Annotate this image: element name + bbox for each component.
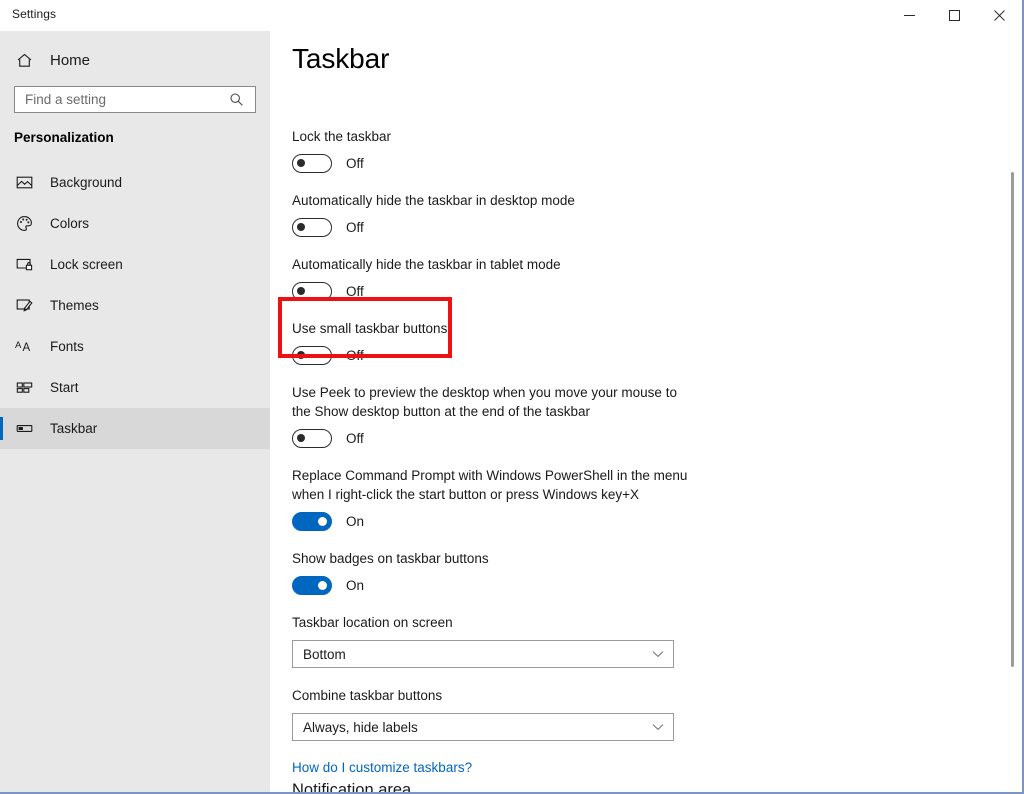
toggle-auto-hide-desktop[interactable] [292, 218, 332, 237]
palette-icon [14, 215, 34, 232]
toggle-row: Off [292, 429, 692, 448]
toggle-state-label: On [346, 514, 365, 529]
svg-text:A: A [15, 340, 22, 351]
toggle-show-badges[interactable] [292, 576, 332, 595]
setting-use-small-taskbar-buttons: Use small taskbar buttons Off [292, 319, 692, 365]
toggle-row: Off [292, 282, 692, 301]
setting-label: Show badges on taskbar buttons [292, 551, 489, 566]
setting-use-peek: Use Peek to preview the desktop when you… [292, 383, 692, 448]
toggle-use-small-taskbar-buttons[interactable] [292, 346, 332, 365]
search-icon [223, 92, 249, 107]
toggle-replace-command-prompt[interactable] [292, 512, 332, 531]
toggle-row: Off [292, 154, 692, 173]
toggle-state-label: Off [346, 431, 364, 446]
setting-auto-hide-desktop: Automatically hide the taskbar in deskto… [292, 191, 692, 237]
settings-list: Lock the taskbar Off Automatically hide … [292, 127, 692, 792]
how-do-i-customize-taskbars-link[interactable]: How do I customize taskbars? [292, 760, 472, 775]
setting-label: Use small taskbar buttons [292, 321, 448, 336]
setting-label: Automatically hide the taskbar in tablet… [292, 257, 561, 272]
sidebar-item-colors[interactable]: Colors [0, 203, 270, 244]
setting-auto-hide-tablet: Automatically hide the taskbar in tablet… [292, 255, 692, 301]
sidebar-item-fonts[interactable]: A A Fonts [0, 326, 270, 367]
window-title: Settings [12, 7, 57, 21]
sidebar-item-label: Start [50, 380, 79, 395]
sidebar-item-home[interactable]: Home [0, 44, 270, 76]
dropdown-value: Always, hide labels [303, 719, 418, 735]
sidebar-item-label: Themes [50, 298, 99, 313]
title-bar: Settings [0, 0, 1022, 31]
search-input[interactable] [25, 92, 221, 107]
setting-show-badges: Show badges on taskbar buttons On [292, 549, 692, 595]
themes-brush-icon [14, 297, 34, 314]
close-button[interactable] [977, 0, 1022, 31]
setting-label: Use Peek to preview the desktop when you… [292, 385, 677, 419]
toggle-row: Off [292, 218, 692, 237]
sidebar-item-label: Lock screen [50, 257, 123, 272]
setting-label: Lock the taskbar [292, 129, 392, 144]
sidebar: Home Personalization Backgroun [0, 0, 270, 792]
picture-icon [14, 174, 34, 191]
dropdown-taskbar-location[interactable]: Bottom [292, 640, 674, 668]
toggle-lock-the-taskbar[interactable] [292, 154, 332, 173]
minimize-button[interactable] [887, 0, 932, 31]
svg-text:A: A [22, 342, 30, 354]
dropdown-combine-taskbar-buttons[interactable]: Always, hide labels [292, 713, 674, 741]
scrollbar-track[interactable] [1006, 62, 1019, 792]
setting-label: Replace Command Prompt with Windows Powe… [292, 468, 688, 502]
toggle-auto-hide-tablet[interactable] [292, 282, 332, 301]
maximize-icon [949, 10, 960, 21]
toggle-row: On [292, 576, 692, 595]
maximize-button[interactable] [932, 0, 977, 31]
setting-taskbar-location: Taskbar location on screen Bottom [292, 613, 692, 668]
window-controls [887, 0, 1022, 31]
page-title: Taskbar [292, 43, 390, 74]
chevron-down-icon [652, 723, 664, 731]
toggle-state-label: Off [346, 284, 364, 299]
sidebar-item-label: Background [50, 175, 123, 190]
sidebar-item-lock-screen[interactable]: Lock screen [0, 244, 270, 285]
home-label: Home [50, 51, 91, 69]
sidebar-item-label: Taskbar [50, 421, 98, 436]
toggle-use-peek[interactable] [292, 429, 332, 448]
dropdown-label: Combine taskbar buttons [292, 688, 443, 703]
setting-combine-taskbar-buttons: Combine taskbar buttons Always, hide lab… [292, 686, 692, 741]
customize-taskbars-help: How do I customize taskbars? [292, 759, 692, 777]
dropdown-value: Bottom [303, 646, 346, 662]
notification-area-heading: Notification area [292, 781, 412, 792]
sidebar-item-background[interactable]: Background [0, 162, 270, 203]
setting-label: Automatically hide the taskbar in deskto… [292, 193, 575, 208]
sidebar-item-label: Fonts [50, 339, 84, 354]
toggle-state-label: Off [346, 220, 364, 235]
toggle-row: Off [292, 346, 692, 365]
search-box[interactable] [14, 86, 256, 113]
toggle-row: On [292, 512, 692, 531]
toggle-state-label: Off [346, 156, 364, 171]
dropdown-label: Taskbar location on screen [292, 615, 453, 630]
settings-window: Settings Home Find a setting Personaliza… [0, 0, 1024, 794]
sidebar-item-label: Colors [50, 216, 90, 231]
sidebar-section-title: Personalization [14, 130, 114, 145]
close-icon [994, 10, 1005, 21]
scrollbar-thumb[interactable] [1011, 172, 1014, 667]
toggle-state-label: Off [346, 348, 364, 363]
chevron-down-icon [652, 650, 664, 658]
sidebar-item-taskbar[interactable]: Taskbar [0, 408, 270, 449]
start-tiles-icon [14, 379, 34, 396]
home-icon [14, 52, 34, 69]
setting-replace-command-prompt: Replace Command Prompt with Windows Powe… [292, 466, 692, 531]
lock-screen-icon [14, 256, 34, 273]
sidebar-nav-list: Background Colors Lock screen Themes A A… [0, 162, 270, 449]
toggle-state-label: On [346, 578, 365, 593]
sidebar-item-start[interactable]: Start [0, 367, 270, 408]
taskbar-icon [14, 420, 34, 437]
sidebar-item-themes[interactable]: Themes [0, 285, 270, 326]
minimize-icon [904, 15, 915, 16]
fonts-aa-icon: A A [14, 338, 34, 355]
main-content: Taskbar Lock the taskbar Off Automatical… [270, 31, 1022, 792]
setting-lock-the-taskbar: Lock the taskbar Off [292, 127, 692, 173]
